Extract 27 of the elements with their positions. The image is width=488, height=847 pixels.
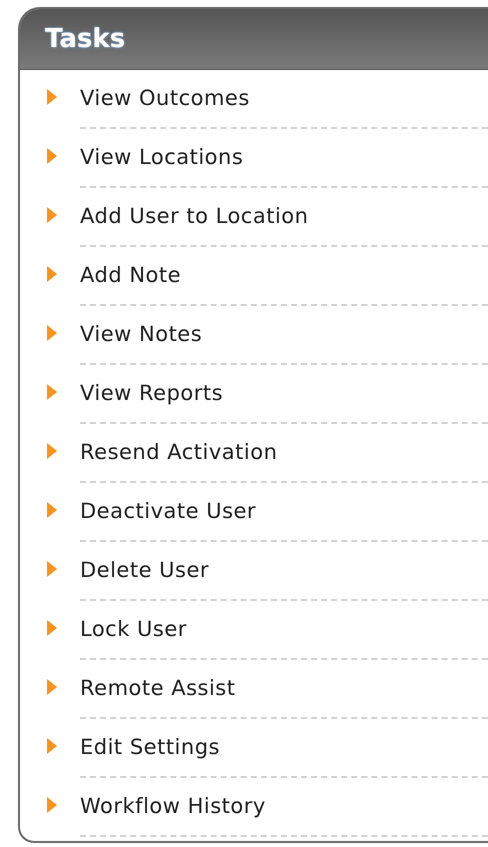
task-link[interactable]: Lock User (80, 616, 187, 640)
triangle-icon (47, 324, 57, 340)
triangle-icon (47, 738, 57, 754)
task-link[interactable]: View Notes (80, 322, 202, 346)
triangle-icon (47, 502, 57, 518)
task-link[interactable]: Deactivate User (80, 498, 256, 522)
task-link[interactable]: Delete User (80, 558, 210, 582)
triangle-icon (47, 678, 57, 694)
triangle-icon (47, 796, 57, 812)
task-link[interactable]: Add Note (80, 262, 182, 286)
triangle-icon (47, 88, 57, 104)
triangle-icon (47, 442, 57, 458)
task-link[interactable]: Workflow History (80, 794, 266, 818)
triangle-icon (47, 560, 57, 576)
task-link[interactable]: View Reports (80, 380, 224, 404)
task-link[interactable]: Edit Settings (80, 734, 220, 758)
panel-title: Tasks (45, 24, 126, 54)
triangle-icon (47, 620, 57, 636)
task-link[interactable]: Resend Activation (80, 440, 278, 464)
triangle-icon (47, 206, 57, 222)
triangle-icon (47, 148, 57, 164)
task-link[interactable]: View Locations (80, 144, 244, 168)
task-link[interactable]: View Outcomes (80, 86, 250, 110)
task-link[interactable]: Remote Assist (80, 676, 236, 700)
triangle-icon (47, 384, 57, 400)
triangle-icon (47, 266, 57, 282)
task-link[interactable]: Add User to Location (80, 204, 308, 228)
